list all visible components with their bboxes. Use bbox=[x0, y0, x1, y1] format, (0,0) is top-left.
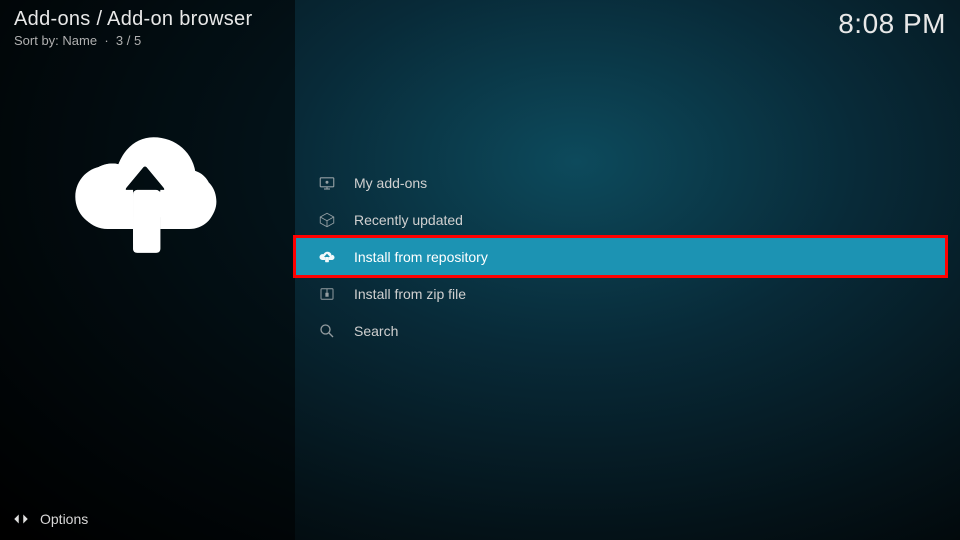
clock: 8:08 PM bbox=[838, 8, 946, 48]
header-left: Add-ons / Add-on browser Sort by: Name ·… bbox=[14, 8, 252, 48]
options-label: Options bbox=[40, 511, 88, 527]
header: Add-ons / Add-on browser Sort by: Name ·… bbox=[14, 8, 946, 48]
list-position: 3 / 5 bbox=[116, 33, 141, 48]
menu-item-label: Install from zip file bbox=[354, 286, 466, 302]
menu-item-my-addons[interactable]: My add-ons bbox=[296, 164, 945, 201]
display-icon bbox=[318, 174, 336, 192]
menu-item-search[interactable]: Search bbox=[296, 312, 945, 349]
menu-list: My add-ons Recently updated Install from… bbox=[296, 164, 945, 349]
download-cloud-icon bbox=[60, 110, 230, 280]
sort-info: Sort by: Name · 3 / 5 bbox=[14, 33, 252, 48]
breadcrumb: Add-ons / Add-on browser bbox=[14, 8, 252, 31]
menu-item-install-repository[interactable]: Install from repository bbox=[296, 238, 945, 275]
menu-item-install-zip[interactable]: Install from zip file bbox=[296, 275, 945, 312]
menu-item-label: Search bbox=[354, 323, 398, 339]
search-icon bbox=[318, 322, 336, 340]
footer-options[interactable]: Options bbox=[12, 510, 88, 528]
sort-label: Sort by: Name bbox=[14, 33, 97, 48]
menu-item-label: Recently updated bbox=[354, 212, 463, 228]
options-arrows-icon bbox=[12, 510, 30, 528]
cloud-download-icon bbox=[318, 248, 336, 266]
zip-icon bbox=[318, 285, 336, 303]
sidebar bbox=[0, 0, 295, 540]
menu-item-label: My add-ons bbox=[354, 175, 427, 191]
menu-item-label: Install from repository bbox=[354, 249, 488, 265]
menu-item-recently-updated[interactable]: Recently updated bbox=[296, 201, 945, 238]
box-icon bbox=[318, 211, 336, 229]
